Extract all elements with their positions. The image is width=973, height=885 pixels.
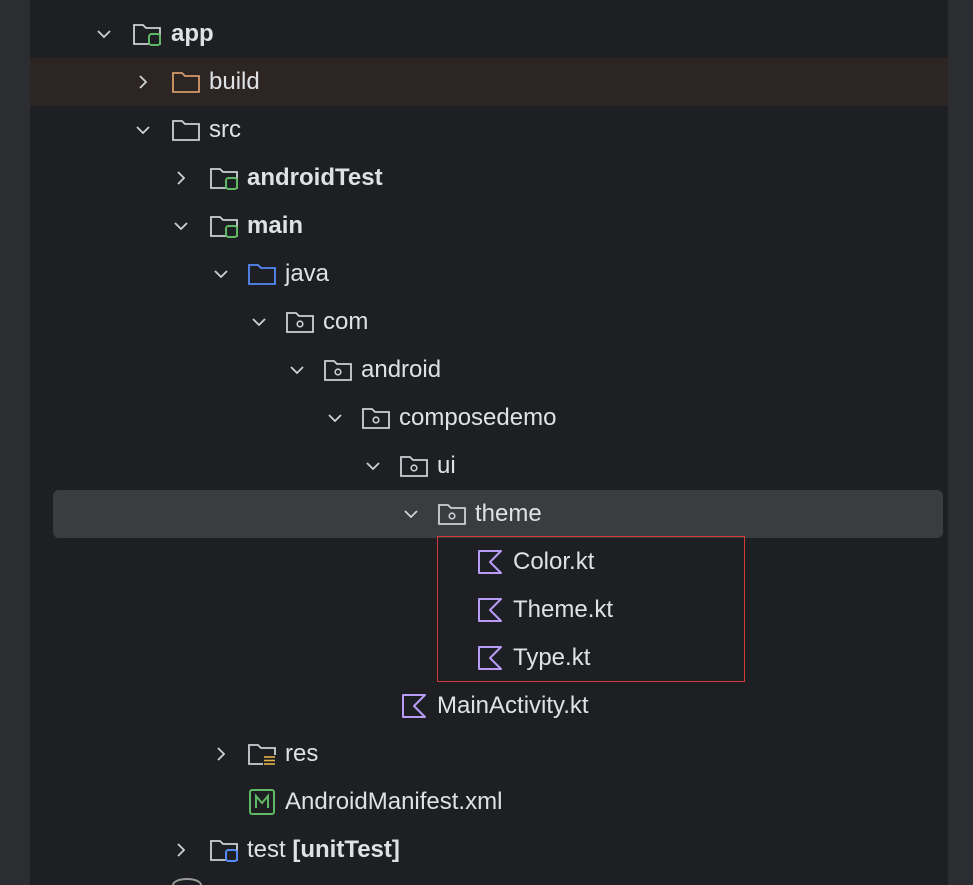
chevron-down-icon[interactable] <box>327 410 343 426</box>
module-folder-icon <box>210 168 238 190</box>
chevron-right-icon[interactable] <box>213 746 229 762</box>
chevron-down-icon[interactable] <box>251 314 267 330</box>
package-folder-icon <box>324 360 352 381</box>
tree-row-theme[interactable]: theme <box>53 490 943 538</box>
chevron-down-icon[interactable] <box>289 362 305 378</box>
kotlin-file-icon <box>402 694 426 718</box>
module-folder-icon <box>133 24 161 46</box>
test-module-folder-icon <box>210 840 238 862</box>
chevron-down-icon[interactable] <box>135 122 151 138</box>
project-tree: app build src androidTest main java com <box>30 10 948 874</box>
tree-label: app <box>171 20 214 47</box>
tree-row-androidtest[interactable]: androidTest <box>30 154 948 202</box>
tree-label-source-set: [unitTest] <box>292 836 400 863</box>
excluded-folder-icon <box>172 72 200 93</box>
tree-label-name: test <box>247 836 286 863</box>
chevron-right-icon[interactable] <box>173 842 189 858</box>
tree-label: ui <box>437 452 456 479</box>
resource-folder-icon <box>248 744 276 766</box>
tree-label: test [unitTest] <box>247 826 400 874</box>
chevron-right-icon[interactable] <box>135 74 151 90</box>
chevron-down-icon[interactable] <box>96 26 112 42</box>
tree-label: theme <box>475 500 542 527</box>
package-folder-icon <box>438 504 466 525</box>
highlight-annotation-box <box>437 536 745 682</box>
chevron-down-icon[interactable] <box>213 266 229 282</box>
tree-row-com[interactable]: com <box>30 298 948 346</box>
package-folder-icon <box>362 408 390 429</box>
tree-label: java <box>285 260 330 287</box>
scrollbar-track[interactable] <box>948 0 973 885</box>
tree-row-build[interactable]: build <box>30 58 948 106</box>
tree-row-android[interactable]: android <box>30 346 948 394</box>
manifest-file-icon <box>249 789 275 815</box>
module-folder-icon <box>210 216 238 238</box>
tree-label: android <box>361 356 442 383</box>
tree-row-androidmanifest[interactable]: AndroidManifest.xml <box>30 778 948 826</box>
tree-label: res <box>285 740 319 767</box>
tree-label: main <box>247 212 304 239</box>
tree-row-ui[interactable]: ui <box>30 442 948 490</box>
tree-label: MainActivity.kt <box>437 692 589 719</box>
tree-row-java[interactable]: java <box>30 250 948 298</box>
partial-next-row-icon <box>172 878 202 885</box>
left-gutter <box>0 0 30 885</box>
tree-row-src[interactable]: src <box>30 106 948 154</box>
source-folder-icon <box>248 264 276 285</box>
folder-icon <box>172 120 200 141</box>
package-folder-icon <box>286 312 314 333</box>
tree-label: src <box>209 116 241 143</box>
chevron-down-icon[interactable] <box>365 458 381 474</box>
tree-row-res[interactable]: res <box>30 730 948 778</box>
chevron-down-icon[interactable] <box>173 218 189 234</box>
chevron-right-icon[interactable] <box>173 170 189 186</box>
tree-label: build <box>209 68 260 95</box>
tree-label: com <box>323 308 369 335</box>
tree-row-main[interactable]: main <box>30 202 948 250</box>
tree-row-app[interactable]: app <box>30 10 948 58</box>
tree-row-composedemo[interactable]: composedemo <box>30 394 948 442</box>
tree-row-mainactivity-kt[interactable]: MainActivity.kt <box>30 682 948 730</box>
tree-label: androidTest <box>247 164 383 191</box>
package-folder-icon <box>400 456 428 477</box>
chevron-down-icon[interactable] <box>403 506 419 522</box>
tree-label: AndroidManifest.xml <box>285 788 503 815</box>
tree-row-test[interactable]: test [unitTest] <box>30 826 948 874</box>
tree-label: composedemo <box>399 404 557 431</box>
